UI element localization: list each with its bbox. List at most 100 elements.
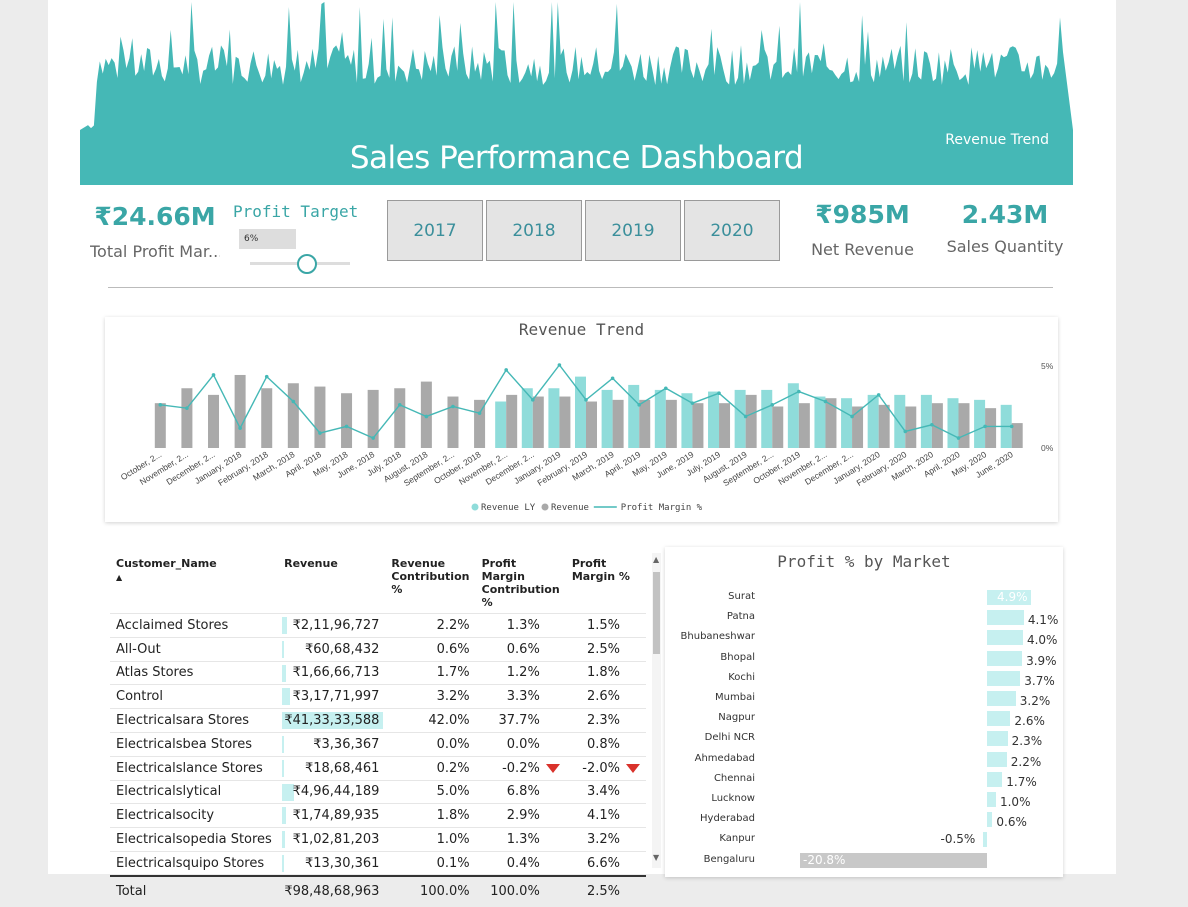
year-button-2017[interactable]: 2017 xyxy=(387,200,483,261)
market-bar[interactable] xyxy=(987,670,1021,686)
bar-revenue-ly[interactable] xyxy=(628,384,640,448)
bar-revenue[interactable] xyxy=(447,396,459,448)
profit-margin-point[interactable] xyxy=(477,411,482,415)
table-row[interactable]: Electricalslance Stores ₹18,68,461 0.2% -0.… xyxy=(110,755,646,781)
market-bar[interactable] xyxy=(987,771,1003,787)
bar-revenue[interactable] xyxy=(772,406,784,449)
bar-revenue[interactable] xyxy=(559,396,571,448)
profit-margin-point[interactable] xyxy=(424,414,429,419)
profit-margin-point[interactable] xyxy=(823,399,828,404)
profit-margin-point[interactable] xyxy=(318,431,322,435)
profit-target-slider-thumb[interactable] xyxy=(297,254,317,274)
bar-revenue[interactable] xyxy=(208,394,220,448)
profit-margin-point[interactable] xyxy=(397,403,402,407)
profit-margin-point[interactable] xyxy=(185,406,189,410)
bar-revenue[interactable] xyxy=(532,396,544,448)
market-bar[interactable] xyxy=(987,812,993,828)
table-row[interactable]: Electricalsbea Stores ₹3,36,367 0.0% 0.0% 0.… xyxy=(110,731,646,757)
bar-revenue-ly[interactable] xyxy=(920,394,932,448)
profit-margin-point[interactable] xyxy=(664,386,668,391)
bar-revenue-ly[interactable] xyxy=(841,398,853,448)
profit-margin-point[interactable] xyxy=(637,403,642,407)
market-bar[interactable] xyxy=(987,650,1023,666)
bar-revenue[interactable] xyxy=(639,399,651,448)
col-header-revenue[interactable]: Revenue xyxy=(278,553,385,614)
year-button-2020[interactable]: 2020 xyxy=(684,200,780,261)
market-bar[interactable] xyxy=(987,630,1023,646)
bar-revenue-ly[interactable] xyxy=(495,401,507,448)
profit-margin-point[interactable] xyxy=(158,403,163,407)
profit-margin-point[interactable] xyxy=(930,422,934,427)
profit-margin-point[interactable] xyxy=(743,414,748,419)
bar-revenue[interactable] xyxy=(506,394,518,448)
table-scrollbar-thumb[interactable] xyxy=(653,572,660,654)
col-header-customer[interactable]: Customer_Name ▲ xyxy=(110,553,278,614)
bar-revenue[interactable] xyxy=(798,403,810,448)
bar-revenue[interactable] xyxy=(181,388,193,448)
market-bar[interactable] xyxy=(987,610,1024,626)
profit-margin-point[interactable] xyxy=(238,426,242,430)
market-bar[interactable] xyxy=(982,832,987,848)
bar-revenue[interactable] xyxy=(692,403,704,448)
bar-revenue[interactable] xyxy=(234,374,246,448)
profit-margin-point[interactable] xyxy=(770,403,775,407)
bar-revenue-ly[interactable] xyxy=(654,389,666,448)
col-header-revenue-contribution[interactable]: Revenue Contribution % xyxy=(385,553,475,614)
sort-ascending-icon[interactable]: ▲ xyxy=(116,573,122,582)
bar-revenue-ly[interactable] xyxy=(814,396,826,448)
table-row[interactable]: Electricalslytical ₹4,96,44,189 5.0% 6.8% 3.… xyxy=(110,779,646,804)
col-header-profit-margin[interactable]: Profit Margin % xyxy=(566,553,646,614)
market-bar[interactable] xyxy=(987,711,1011,727)
table-row[interactable]: Acclaimed Stores ₹2,11,96,727 2.2% 1.3% 1.5% xyxy=(110,613,646,638)
profit-margin-point[interactable] xyxy=(876,393,881,397)
bar-revenue[interactable] xyxy=(612,399,624,448)
bar-revenue[interactable] xyxy=(314,386,326,448)
table-row[interactable]: Electricalsocity ₹1,74,89,935 1.8% 2.9% 4.1% xyxy=(110,803,646,828)
bar-revenue[interactable] xyxy=(878,404,890,448)
table-row[interactable]: Electricalsopedia Stores ₹1,02,81,203 1.0%… xyxy=(110,827,646,852)
bar-revenue[interactable] xyxy=(825,398,837,448)
profit-margin-point[interactable] xyxy=(530,398,535,402)
scroll-down-icon[interactable]: ▼ xyxy=(653,853,659,862)
bar-revenue[interactable] xyxy=(958,403,970,448)
bar-revenue[interactable] xyxy=(985,408,997,448)
profit-margin-point[interactable] xyxy=(344,424,349,429)
bar-revenue[interactable] xyxy=(665,399,677,448)
profit-margin-point[interactable] xyxy=(371,436,375,440)
market-bar[interactable] xyxy=(987,792,996,807)
table-row[interactable]: Electricalsquipo Stores ₹13,30,361 0.1% 0.4… xyxy=(110,850,646,876)
profit-margin-point[interactable] xyxy=(797,389,801,394)
bar-revenue-ly[interactable] xyxy=(947,398,959,448)
table-row[interactable]: All-Out ₹60,68,432 0.6% 0.6% 2.5% xyxy=(110,636,646,662)
bar-revenue[interactable] xyxy=(745,394,757,448)
profit-margin-point[interactable] xyxy=(584,398,588,402)
bar-revenue[interactable] xyxy=(905,406,917,449)
bar-revenue[interactable] xyxy=(586,401,597,448)
market-bar[interactable] xyxy=(987,751,1007,767)
profit-margin-point[interactable] xyxy=(557,363,562,367)
bar-revenue-ly[interactable] xyxy=(548,388,560,448)
profit-margin-point[interactable] xyxy=(504,368,508,372)
table-row[interactable]: Electricalsara Stores ₹41,33,33,588 42.0% 3… xyxy=(110,708,646,733)
profit-margin-point[interactable] xyxy=(903,429,908,434)
table-row[interactable]: Control ₹3,17,71,997 3.2% 3.3% 2.6% xyxy=(110,684,646,709)
col-header-profit-margin-contribution[interactable]: Profit Margin Contribution % xyxy=(476,553,566,614)
profit-margin-point[interactable] xyxy=(264,374,269,379)
bar-revenue[interactable] xyxy=(394,388,406,448)
profit-margin-point[interactable] xyxy=(610,376,615,381)
bar-revenue-ly[interactable] xyxy=(974,399,986,448)
market-bar[interactable] xyxy=(987,691,1016,706)
bar-revenue[interactable] xyxy=(154,403,166,448)
profit-margin-point[interactable] xyxy=(717,391,721,396)
bar-revenue-ly[interactable] xyxy=(761,389,773,448)
profit-target-value[interactable]: 6% xyxy=(239,229,296,249)
profit-margin-point[interactable] xyxy=(1009,424,1014,429)
market-bar[interactable] xyxy=(987,731,1008,747)
profit-margin-point[interactable] xyxy=(690,401,695,405)
bar-revenue-ly[interactable] xyxy=(708,391,720,448)
table-row[interactable]: Atlas Stores ₹1,66,66,713 1.7% 1.2% 1.8% xyxy=(110,660,646,685)
profit-margin-point[interactable] xyxy=(956,436,961,440)
bar-revenue[interactable] xyxy=(719,403,731,448)
bar-revenue-ly[interactable] xyxy=(894,394,906,448)
year-button-2018[interactable]: 2018 xyxy=(486,200,582,261)
